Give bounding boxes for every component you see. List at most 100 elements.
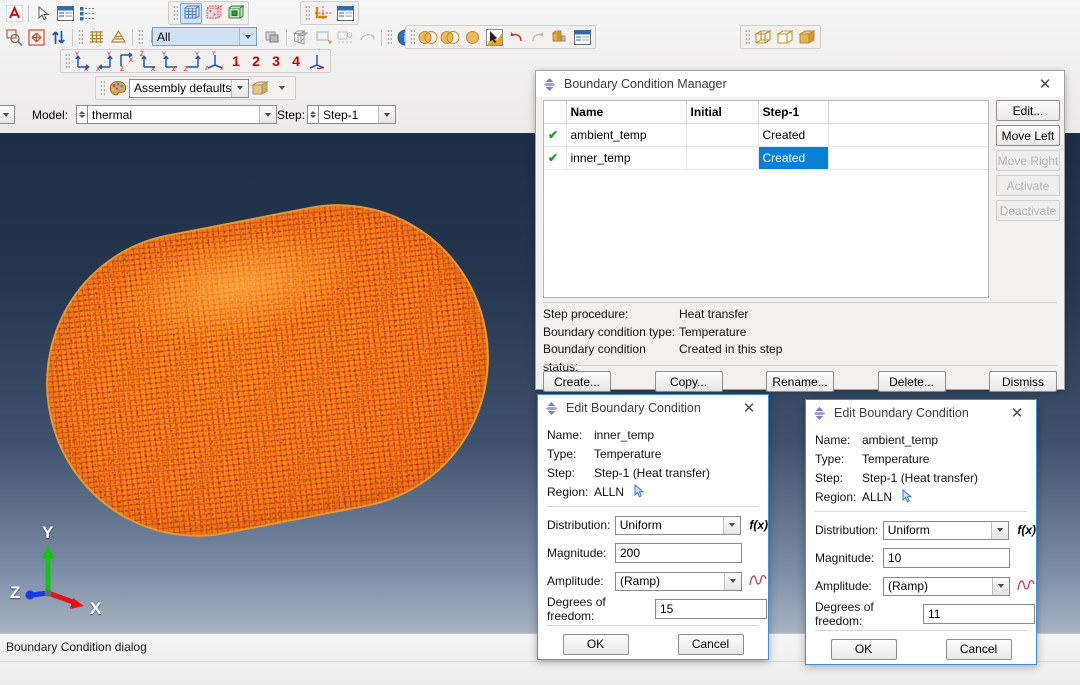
fx-label[interactable]: f(x) [1017,523,1036,537]
shade-half-icon[interactable] [439,27,461,48]
row-name[interactable]: ambient_temp [566,124,686,147]
instance-mesh-icon[interactable] [224,3,246,24]
amplitude-curve-icon[interactable] [749,572,767,591]
step-combo[interactable]: Step-1 [318,105,396,124]
table-row[interactable]: ✔ inner_temp Created [544,147,988,170]
row-check-icon[interactable]: ✔ [544,124,566,147]
field-region[interactable]: Region: ALLN [806,487,1036,506]
cancel-button[interactable]: Cancel [678,634,744,655]
region-picker-icon[interactable] [633,484,646,499]
close-icon[interactable]: ✕ [1032,73,1058,95]
list-icon[interactable] [76,3,98,24]
table-icon[interactable] [571,27,593,48]
copy-button[interactable]: Copy... [655,371,723,392]
module-filter-combo[interactable]: All [152,27,257,46]
palette-icon[interactable] [107,78,129,99]
close-icon[interactable]: ✕ [736,397,762,419]
chevron-down-icon[interactable] [259,106,276,123]
view-xy-icon[interactable]: YX [94,51,116,72]
chevron-down-icon[interactable] [992,578,1009,595]
shade-icon[interactable] [417,27,439,48]
cancel-button[interactable]: Cancel [946,639,1012,660]
region-picker-icon[interactable] [901,489,914,504]
wireframe-cube-icon[interactable] [752,27,774,48]
undo-icon[interactable] [505,27,527,48]
assembly-mesh-icon[interactable] [202,3,224,24]
chevron-down-icon[interactable] [231,80,248,97]
chevron-down-icon[interactable] [378,106,395,123]
ebc-ambient-titlebar[interactable]: Edit Boundary Condition ✕ [806,400,1036,426]
magnitude-input[interactable]: 200 [615,543,742,563]
model-selector[interactable]: thermal [76,105,277,124]
chevron-down-icon[interactable] [271,78,293,99]
view-preset-4[interactable]: 4 [286,53,306,69]
step-selector[interactable]: Step-1 [307,105,396,124]
boundary-condition-manager-dialog[interactable]: Boundary Condition Manager ✕ Name Initia… [535,70,1065,390]
dof-input[interactable]: 15 [655,599,767,619]
drag-icon[interactable] [356,27,378,48]
move-left-button[interactable]: Move Left [996,125,1060,146]
custom-view-icon[interactable] [306,51,328,72]
view-preset-2[interactable]: 2 [246,53,266,69]
zoom-box-icon[interactable] [3,27,25,48]
col-header-name[interactable]: Name [566,101,686,124]
chevron-down-icon[interactable] [239,28,256,45]
color-cube-icon[interactable] [249,78,271,99]
cylinder-mesh-model[interactable] [20,178,515,562]
mesh-stack-icon[interactable] [85,27,107,48]
chevron-down-icon[interactable] [724,573,741,590]
constraint-icon[interactable] [334,27,356,48]
dof-input[interactable]: 11 [923,604,1035,624]
iso-view-icon[interactable]: YZX [204,51,226,72]
chevron-down-icon[interactable] [991,522,1008,539]
model-tree-icon[interactable] [54,3,76,24]
chevron-down-icon[interactable] [0,106,14,123]
edit-boundary-condition-ambient-dialog[interactable]: Edit Boundary Condition ✕ Name: ambient_… [805,399,1037,665]
col-header-initial[interactable]: Initial [686,101,758,124]
model-combo[interactable]: thermal [87,105,277,124]
distribution-combo[interactable]: Uniform [883,521,1010,540]
distribution-combo[interactable]: Uniform [615,516,742,535]
edit-boundary-condition-inner-dialog[interactable]: Edit Boundary Condition ✕ Name: inner_te… [537,394,769,660]
view-preset-3[interactable]: 3 [266,53,286,69]
ok-button[interactable]: OK [563,634,629,655]
extend-region-icon[interactable] [312,27,334,48]
view-yz-icon[interactable]: YZ [160,51,182,72]
mesh-sweep-icon[interactable] [107,27,129,48]
query-icon[interactable] [549,27,571,48]
color-scheme-combo[interactable]: Assembly defaults [129,79,249,98]
redo-icon[interactable] [527,27,549,48]
view-preset-1[interactable]: 1 [226,53,246,69]
row-name[interactable]: inner_temp [566,147,686,170]
create-button[interactable]: Create... [543,371,611,392]
render-icon[interactable] [483,27,505,48]
bcm-titlebar[interactable]: Boundary Condition Manager ✕ [536,71,1064,97]
delete-button[interactable]: Delete... [878,371,946,392]
results-table-icon[interactable] [334,3,356,24]
dismiss-button[interactable]: Dismiss [989,371,1057,392]
edit-button[interactable]: Edit... [996,100,1060,121]
module-selector-combo[interactable] [0,105,15,124]
sort-icon[interactable] [47,27,69,48]
shade-solid-icon[interactable] [461,27,483,48]
ok-button[interactable]: OK [831,639,897,660]
shaded-cube-icon[interactable] [796,27,818,48]
view-zx-icon[interactable]: ZX [138,51,160,72]
amplitude-combo[interactable]: (Ramp) [883,577,1010,596]
row-initial[interactable] [686,124,758,147]
view-xz-icon[interactable]: XZ [116,51,138,72]
row-initial[interactable] [686,147,758,170]
view-yx-icon[interactable]: YX [72,51,94,72]
step-spinner[interactable] [307,105,318,124]
row-check-icon[interactable]: ✔ [544,147,566,170]
copy-instances-icon[interactable] [290,27,312,48]
amplitude-curve-icon[interactable] [1017,577,1035,596]
bcm-table-wrap[interactable]: Name Initial Step-1 ✔ ambient_temp Creat… [543,100,989,298]
close-icon[interactable]: ✕ [1004,402,1030,424]
rename-button[interactable]: Rename... [766,371,834,392]
field-region[interactable]: Region: ALLN [538,482,768,501]
fx-label[interactable]: f(x) [749,518,768,532]
table-row[interactable]: ✔ ambient_temp Created [544,124,988,147]
create-datum-icon[interactable] [312,3,334,24]
row-step1-selected[interactable]: Created [758,147,828,170]
